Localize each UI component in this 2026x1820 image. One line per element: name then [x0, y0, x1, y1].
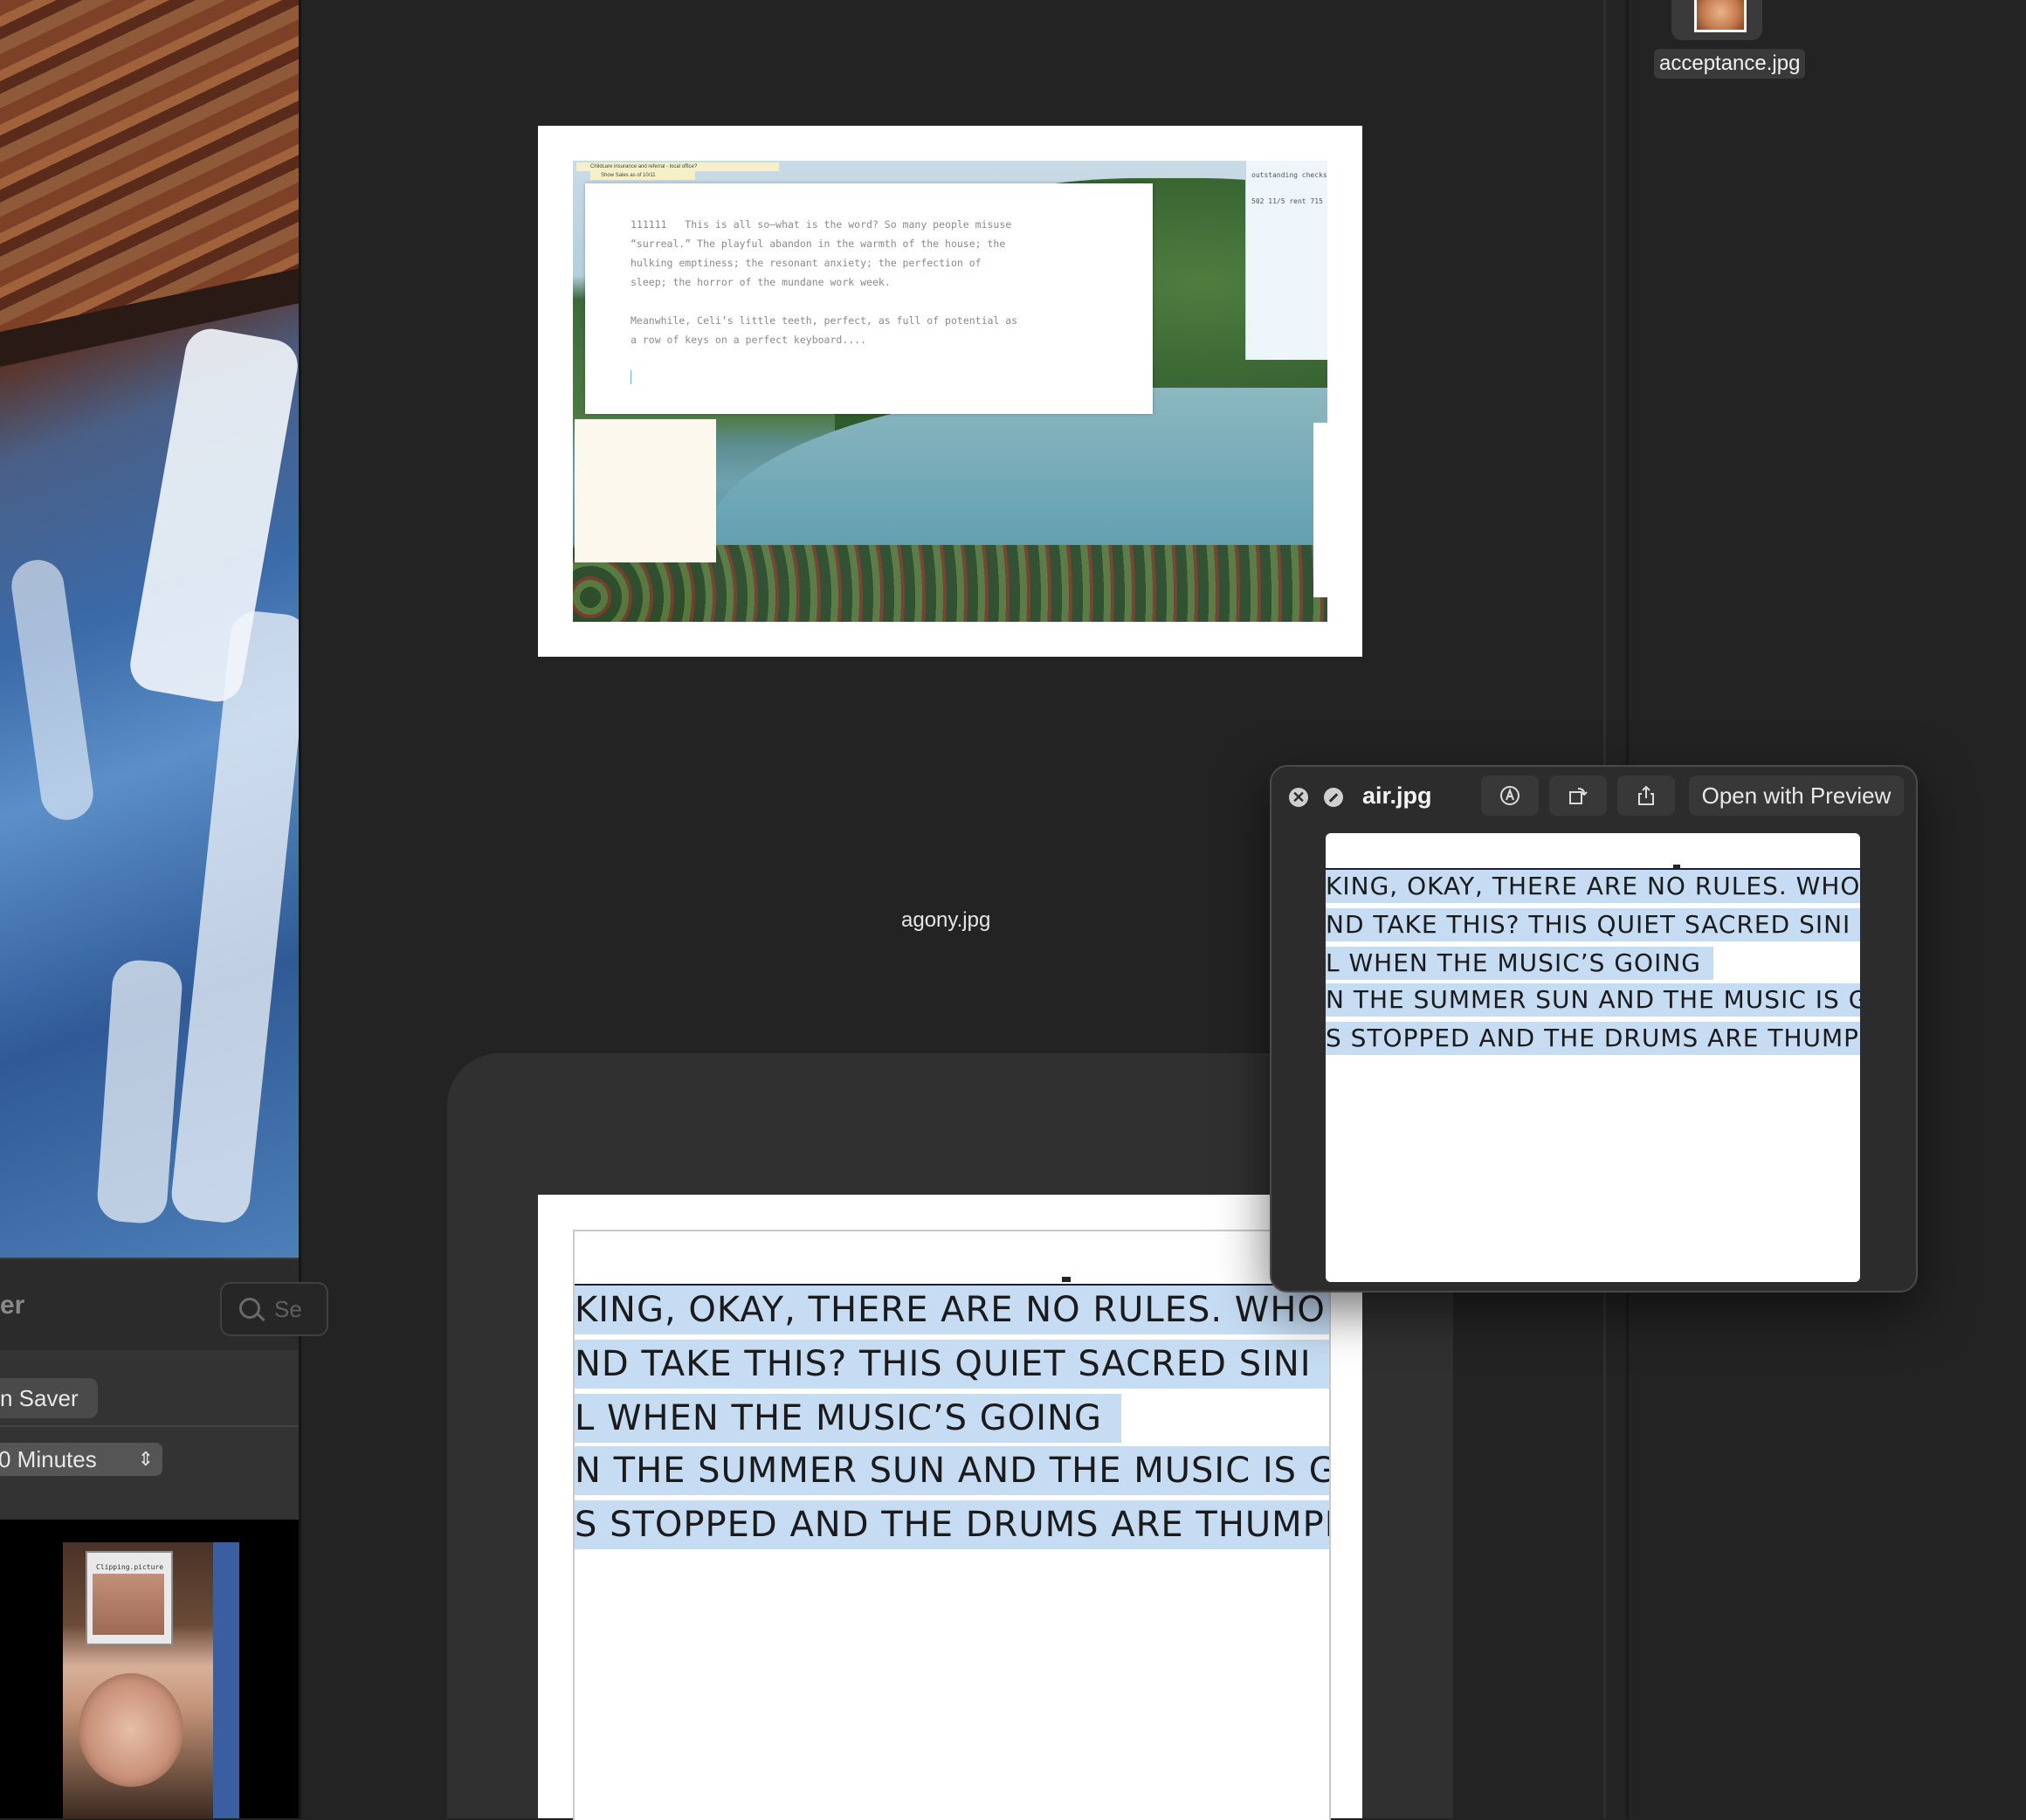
screen-saver-settings-panel: er Se n Saver 0 Minutes ⇕ Clipping.pictu…	[0, 1258, 328, 1818]
fullscreen-button[interactable]	[1324, 788, 1343, 807]
chevron-updown-icon: ⇕	[137, 1448, 154, 1470]
acceptance-file-label[interactable]: acceptance.jpg	[1654, 49, 1806, 79]
quick-look-panel: ✕ air.jpg Open with Preview KING, OKAY, …	[1270, 765, 1918, 1293]
settings-title: er	[0, 1291, 25, 1320]
document-line: N THE SUMMER SUN AND THE MUSIC IS G	[575, 1446, 1329, 1495]
markup-icon	[1500, 786, 1520, 805]
start-after-select[interactable]: 0 Minutes ⇕	[0, 1443, 162, 1476]
agony-file-thumbnail[interactable]: outstanding checks 502 11/5 rent 715 Chi…	[538, 126, 1362, 657]
open-with-preview-button[interactable]: Open with Preview	[1689, 776, 1904, 816]
notes-right-title: outstanding checks	[1251, 171, 1327, 179]
notes-window-main: 111111 This is all so—what is the word? …	[585, 183, 1153, 414]
notes-tab-2: Show Sales as of 10/11	[590, 171, 695, 180]
preview-line: N THE SUMMER SUN AND THE MUSIC IS G	[1326, 983, 1860, 1017]
rotate-button[interactable]	[1549, 776, 1607, 816]
wallpaper-preview-image	[0, 0, 299, 1258]
share-button[interactable]	[1617, 776, 1675, 816]
notes-text: 111111 This is all so—what is the word? …	[631, 218, 1018, 346]
document-page: KING, OKAY, THERE ARE NO RULES. WHO ND T…	[573, 1230, 1331, 1820]
notes-tab-1: Childcare insurance and referral - local…	[576, 162, 779, 171]
quick-look-preview: KING, OKAY, THERE ARE NO RULES. WHO ND T…	[1326, 833, 1860, 1282]
thumbnail-window-title: Clipping.picture	[96, 1563, 164, 1571]
notes-window-left	[575, 419, 716, 562]
screen-saver-button[interactable]: n Saver	[0, 1378, 98, 1418]
notes-window-right: outstanding checks 502 11/5 rent 715	[1245, 161, 1327, 360]
close-button[interactable]: ✕	[1289, 788, 1308, 807]
preview-line: ND TAKE THIS? THIS QUIET SACRED SINI	[1326, 908, 1860, 941]
quick-look-title: air.jpg	[1362, 782, 1432, 809]
start-after-value: 0 Minutes	[0, 1446, 97, 1472]
search-placeholder: Se	[274, 1296, 302, 1322]
notes-right-line: 502 11/5 rent 715	[1251, 197, 1323, 205]
document-line: KING, OKAY, THERE ARE NO RULES. WHO	[575, 1286, 1329, 1334]
share-icon	[1638, 785, 1654, 805]
agony-file-label[interactable]: agony.jpg	[901, 908, 990, 933]
document-line: ND TAKE THIS? THIS QUIET SACRED SINI	[575, 1340, 1329, 1389]
markup-button[interactable]	[1481, 776, 1539, 816]
preview-line: L WHEN THE MUSIC’S GOING	[1326, 947, 1713, 980]
agony-image: outstanding checks 502 11/5 rent 715 Chi…	[573, 161, 1327, 622]
document-line: L WHEN THE MUSIC’S GOING	[575, 1394, 1121, 1443]
preview-line: KING, OKAY, THERE ARE NO RULES. WHO	[1326, 870, 1860, 903]
air-file-thumbnail[interactable]: KING, OKAY, THERE ARE NO RULES. WHO ND T…	[538, 1195, 1362, 1820]
search-icon	[239, 1298, 260, 1319]
document-line: S STOPPED AND THE DRUMS ARE THUMPI	[575, 1500, 1329, 1549]
screen-saver-thumbnail[interactable]: Clipping.picture	[63, 1542, 239, 1818]
window-divider	[299, 0, 301, 1818]
acceptance-file-icon[interactable]	[1671, 0, 1762, 40]
rotate-icon	[1569, 788, 1588, 804]
search-field[interactable]: Se	[220, 1282, 328, 1336]
thumbnail-window: Clipping.picture	[86, 1551, 173, 1645]
preview-line: S STOPPED AND THE DRUMS ARE THUMPI	[1326, 1022, 1860, 1055]
